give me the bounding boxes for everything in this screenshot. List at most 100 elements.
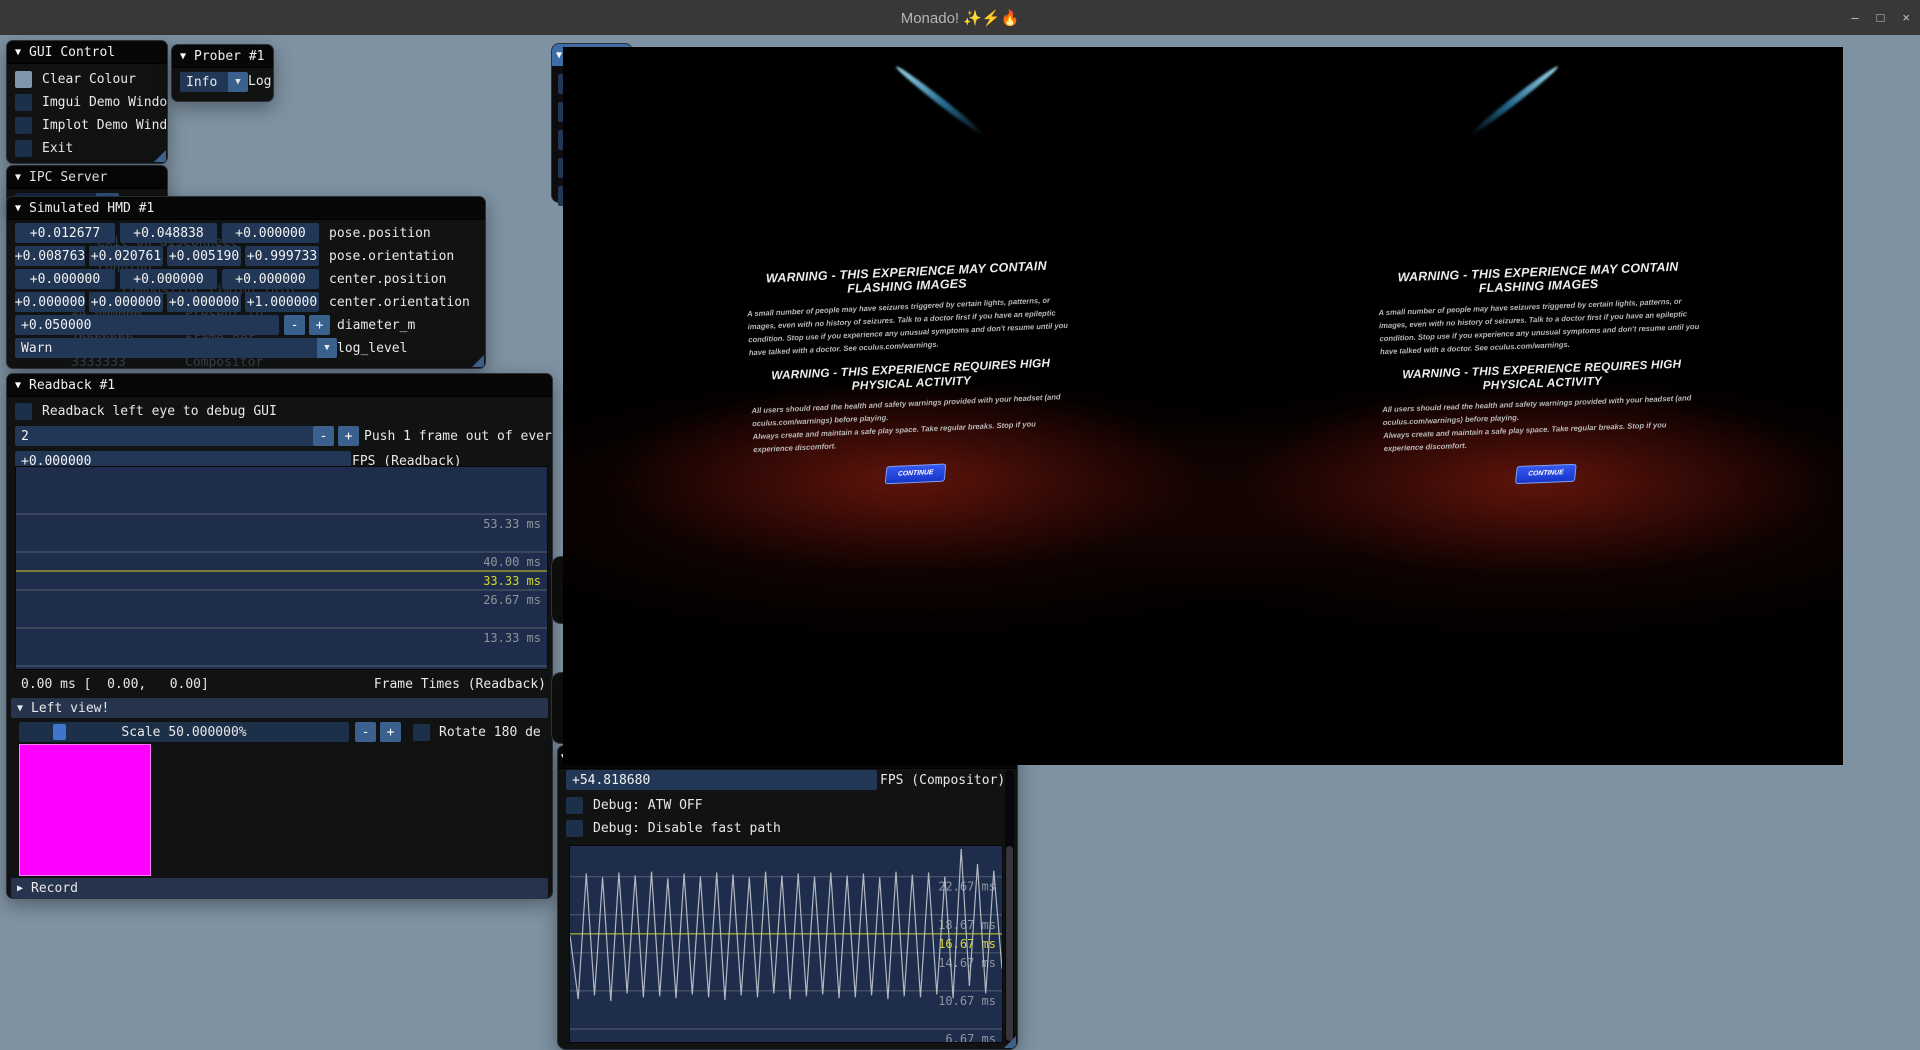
svg-text:18.67 ms: 18.67 ms (938, 918, 996, 932)
log-button[interactable]: Log (248, 74, 271, 89)
simulated-hmd-title: Simulated HMD #1 (29, 201, 154, 216)
checkbox-readback-left-eye[interactable] (15, 403, 32, 420)
svg-text:22.67 ms: 22.67 ms (938, 880, 996, 894)
log-level-combo[interactable]: Warn ▼ (15, 338, 337, 358)
drag-field[interactable]: +0.999733 (245, 246, 319, 266)
minimize-button[interactable]: – (1851, 10, 1858, 25)
checkbox-debug-disable-fast-path[interactable] (566, 820, 583, 837)
collapse-icon[interactable]: ▼ (15, 380, 21, 391)
prober-title: Prober #1 (194, 49, 264, 64)
warning-body-activity: All users should read the health and saf… (1382, 391, 1706, 455)
drag-field[interactable]: +0.000000 (15, 269, 115, 289)
left-eye-warning-panel: WARNING - THIS EXPERIENCE MAY CONTAIN FL… (741, 258, 1081, 491)
left-eye-preview-image (19, 744, 151, 876)
combo-value: Info (186, 75, 217, 90)
plot-canvas: 53.33 ms40.00 ms26.67 ms13.33 ms0.00 ms3… (16, 467, 547, 669)
chevron-down-icon[interactable]: ▼ (317, 338, 337, 358)
checkbox-label: Exit (42, 141, 73, 156)
checkbox-implot-demo[interactable] (15, 117, 32, 134)
collapse-icon[interactable]: ▼ (15, 47, 21, 58)
checkbox-imgui-demo[interactable] (15, 94, 32, 111)
simulated-hmd-titlebar[interactable]: ▼ Simulated HMD #1 (7, 197, 485, 220)
drag-field[interactable]: +0.000000 (222, 269, 319, 289)
prober-window: ▼ Prober #1 Info ▼ Log (171, 44, 274, 102)
prober-titlebar[interactable]: ▼ Prober #1 (172, 45, 273, 68)
plus-button[interactable]: + (380, 722, 401, 742)
checkbox-label: Imgui Demo Window (42, 95, 168, 110)
drag-field[interactable]: +0.012677 (15, 223, 115, 243)
diameter-input[interactable]: +0.050000 (15, 315, 279, 335)
checkbox-clear-colour[interactable] (15, 71, 32, 88)
svg-text:33.33 ms: 33.33 ms (483, 574, 541, 588)
drag-field[interactable]: +0.000000 (167, 292, 241, 312)
plus-button[interactable]: + (338, 426, 359, 446)
svg-text:10.67 ms: 10.67 ms (938, 994, 996, 1008)
warning-body-activity: All users should read the health and saf… (751, 390, 1075, 457)
resize-grip[interactable] (154, 150, 166, 162)
scrollbar[interactable] (1005, 770, 1014, 1043)
drag-field[interactable]: +0.000000 (89, 292, 163, 312)
svg-text:26.67 ms: 26.67 ms (483, 593, 541, 607)
plot-title: Frame Times (Readback) (374, 677, 546, 692)
plot-canvas: 22.67 ms18.67 ms14.67 ms10.67 ms6.67 ms1… (570, 846, 1002, 1042)
row-label: diameter_m (337, 318, 415, 333)
drag-field[interactable]: +0.000000 (222, 223, 319, 243)
readback-titlebar[interactable]: ▼ Readback #1 (7, 374, 552, 397)
plus-button[interactable]: + (309, 315, 330, 335)
ipc-server-titlebar[interactable]: ▼ IPC Server (7, 166, 167, 189)
drag-field[interactable]: +0.048838 (120, 223, 217, 243)
resize-grip[interactable] (472, 355, 484, 367)
close-button[interactable]: × (1902, 10, 1910, 25)
drag-field[interactable]: +1.000000 (245, 292, 319, 312)
scrollbar-thumb[interactable] (1006, 846, 1013, 1041)
warning-title-activity: WARNING - THIS EXPERIENCE REQUIRES HIGH … (1377, 356, 1708, 397)
compositor-window: ▼ +54.818680 FPS (Compositor) Debug: ATW… (557, 745, 1018, 1050)
collapse-icon[interactable]: ▼ (15, 203, 21, 214)
drag-field[interactable]: +0.000000 (15, 292, 85, 312)
collapse-icon[interactable]: ▼ (180, 51, 186, 62)
drag-field[interactable]: +0.000000 (120, 269, 217, 289)
svg-text:40.00 ms: 40.00 ms (483, 555, 541, 569)
checkbox-rotate-180[interactable] (413, 724, 430, 741)
record-header-label: Record (31, 881, 78, 896)
row-label: FPS (Compositor) (880, 773, 1005, 788)
drag-field[interactable]: +0.005190 (167, 246, 241, 266)
minus-button[interactable]: - (284, 315, 305, 335)
left-view-header-label: Left view! (31, 701, 109, 716)
slider-grab[interactable] (53, 724, 66, 740)
drag-field[interactable]: +0.020761 (89, 246, 163, 266)
expand-icon[interactable]: ▶ (17, 883, 23, 894)
record-header[interactable]: ▶ Record (11, 878, 548, 898)
chevron-down-icon[interactable]: ▼ (228, 72, 248, 92)
resize-grip[interactable] (1004, 1036, 1016, 1048)
minus-button[interactable]: - (313, 426, 334, 446)
drag-field[interactable]: +0.008763 (15, 246, 85, 266)
fps-compositor-value: +54.818680 (566, 770, 877, 790)
continue-button[interactable]: CONTINUE (885, 463, 947, 484)
os-titlebar: Monado! ✨⚡🔥 – □ × (0, 0, 1920, 35)
plot-range-readout: 0.00 ms [ 0.00, 0.00] (21, 677, 209, 692)
svg-text:13.33 ms: 13.33 ms (483, 631, 541, 645)
checkbox-label: Readback left eye to debug GUI (42, 404, 277, 419)
right-eye-warning-panel: WARNING - THIS EXPERIENCE MAY CONTAIN FL… (1373, 259, 1711, 490)
continue-button[interactable]: CONTINUE (1515, 464, 1577, 484)
checkbox-debug-atw-off[interactable] (566, 797, 583, 814)
svg-text:6.67 ms: 6.67 ms (945, 1032, 996, 1042)
ipc-server-title: IPC Server (29, 170, 107, 185)
simulated-hmd-window: ▼ Simulated HMD #1 exit on disconnectrun… (6, 196, 486, 369)
checkbox-label: Debug: ATW OFF (593, 798, 703, 813)
left-view-header[interactable]: ▼ Left view! (11, 698, 548, 718)
row-label: pose.orientation (329, 249, 454, 264)
minus-button[interactable]: - (355, 722, 376, 742)
collapse-icon[interactable]: ▼ (17, 703, 23, 714)
warning-body-flashing: A small number of people may have seizur… (747, 293, 1071, 360)
maximize-button[interactable]: □ (1877, 10, 1885, 25)
warning-body-flashing: A small number of people may have seizur… (1378, 294, 1702, 358)
prober-level-combo[interactable]: Info ▼ (180, 72, 248, 92)
push-frames-input[interactable]: 2 (15, 426, 315, 446)
scale-slider[interactable]: Scale 50.000000% (19, 722, 349, 742)
gui-control-titlebar[interactable]: ▼ GUI Control (7, 41, 167, 64)
collapse-icon[interactable]: ▼ (15, 172, 21, 183)
checkbox-label: Debug: Disable fast path (593, 821, 781, 836)
checkbox-exit[interactable] (15, 140, 32, 157)
